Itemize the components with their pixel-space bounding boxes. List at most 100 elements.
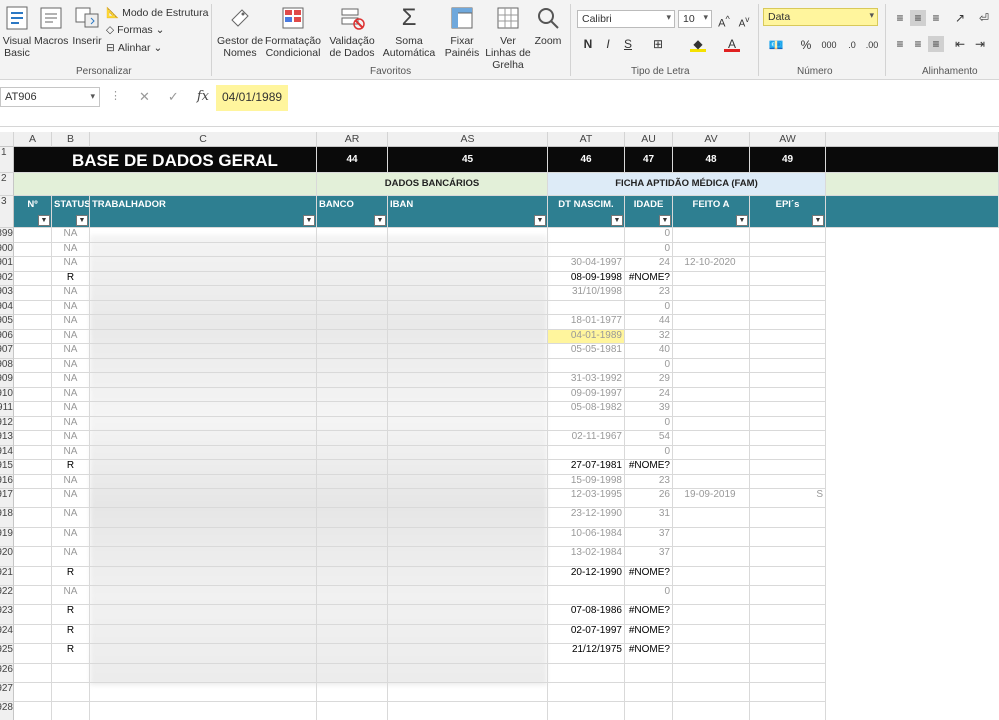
cell-epi[interactable] bbox=[750, 683, 826, 703]
cell-worker[interactable] bbox=[90, 644, 317, 664]
cell-age[interactable] bbox=[625, 663, 673, 683]
increase-font-button[interactable]: A^ bbox=[716, 11, 732, 30]
font-name-select[interactable]: Calibri ▾ bbox=[577, 10, 675, 28]
cell-done-date[interactable] bbox=[673, 387, 750, 402]
cell-birthdate[interactable] bbox=[548, 300, 625, 315]
cell-worker[interactable] bbox=[90, 286, 317, 301]
cell-iban[interactable] bbox=[388, 257, 548, 272]
cell-status[interactable]: NA bbox=[52, 445, 90, 460]
cell-birthdate[interactable] bbox=[548, 663, 625, 683]
cell-epi[interactable] bbox=[750, 373, 826, 388]
cell-worker[interactable] bbox=[90, 373, 317, 388]
name-manager-button[interactable]: Gestor de Nomes bbox=[216, 4, 264, 59]
cell-iban[interactable] bbox=[388, 605, 548, 625]
cell-status[interactable]: R bbox=[52, 566, 90, 586]
cell-status[interactable]: R bbox=[52, 624, 90, 645]
cell-age[interactable]: 37 bbox=[625, 527, 673, 548]
design-mode-button[interactable]: 📐 Modo de Estrutura bbox=[106, 6, 208, 20]
cell-bank[interactable] bbox=[317, 702, 388, 720]
row-header[interactable]: 910 bbox=[0, 387, 14, 402]
cell-status[interactable]: R bbox=[52, 605, 90, 625]
cell-age[interactable] bbox=[625, 683, 673, 703]
currency-icon[interactable]: 💶 bbox=[768, 37, 784, 53]
cell-bank[interactable] bbox=[317, 445, 388, 460]
cell-worker[interactable] bbox=[90, 663, 317, 683]
cell-worker[interactable] bbox=[90, 624, 317, 645]
row-header[interactable]: 901 bbox=[0, 257, 14, 272]
cell-age[interactable]: 37 bbox=[625, 547, 673, 567]
row-header[interactable]: 924 bbox=[0, 624, 14, 645]
visual-basic-button[interactable]: Visual Basic bbox=[2, 4, 32, 59]
cell-done-date[interactable] bbox=[673, 460, 750, 475]
row-header[interactable]: 907 bbox=[0, 344, 14, 359]
cell-epi[interactable] bbox=[750, 474, 826, 489]
cell-iban[interactable] bbox=[388, 329, 548, 344]
cell-worker[interactable] bbox=[90, 445, 317, 460]
cell-epi[interactable] bbox=[750, 402, 826, 417]
cell-iban[interactable] bbox=[388, 373, 548, 388]
column-header-at[interactable]: AT bbox=[548, 132, 625, 147]
cell-epi[interactable] bbox=[750, 416, 826, 431]
cell-worker[interactable] bbox=[90, 566, 317, 586]
cell-number[interactable] bbox=[14, 624, 52, 645]
cell-age[interactable]: 24 bbox=[625, 257, 673, 272]
filter-dropdown-icon[interactable]: ▼ bbox=[38, 215, 50, 226]
cell-epi[interactable] bbox=[750, 527, 826, 548]
cell-birthdate[interactable]: 18-01-1977 bbox=[548, 315, 625, 330]
cell-epi[interactable] bbox=[750, 702, 826, 720]
row-header[interactable]: 908 bbox=[0, 358, 14, 373]
cell-age[interactable]: 0 bbox=[625, 445, 673, 460]
cell-done-date[interactable] bbox=[673, 663, 750, 683]
cell-iban[interactable] bbox=[388, 431, 548, 446]
column-header-empty[interactable] bbox=[826, 132, 999, 147]
cell-birthdate[interactable]: 27-07-1981 bbox=[548, 460, 625, 475]
cell-birthdate[interactable] bbox=[548, 702, 625, 720]
cell-epi[interactable] bbox=[750, 644, 826, 664]
row-header[interactable]: 926 bbox=[0, 663, 14, 683]
cell-number[interactable] bbox=[14, 566, 52, 586]
cell-done-date[interactable] bbox=[673, 605, 750, 625]
cell-status[interactable]: NA bbox=[52, 508, 90, 528]
cell-number[interactable] bbox=[14, 257, 52, 272]
cell-birthdate[interactable] bbox=[548, 445, 625, 460]
column-header-av[interactable]: AV bbox=[673, 132, 750, 147]
cell-birthdate[interactable]: 31/10/1998 bbox=[548, 286, 625, 301]
cell-worker[interactable] bbox=[90, 402, 317, 417]
cell-age[interactable]: #NOME? bbox=[625, 644, 673, 664]
cell-status[interactable]: NA bbox=[52, 416, 90, 431]
cell-worker[interactable] bbox=[90, 300, 317, 315]
cell-birthdate[interactable] bbox=[548, 683, 625, 703]
cell-epi[interactable] bbox=[750, 387, 826, 402]
wrap-text-icon[interactable]: ⏎ bbox=[976, 10, 992, 26]
cell-worker[interactable] bbox=[90, 460, 317, 475]
cell-birthdate[interactable]: 02-07-1997 bbox=[548, 624, 625, 645]
cell-bank[interactable] bbox=[317, 566, 388, 586]
decrease-font-button[interactable]: Av bbox=[736, 11, 752, 29]
decrease-indent-icon[interactable]: ⇤ bbox=[952, 36, 968, 52]
cell-birthdate[interactable] bbox=[548, 228, 625, 243]
cell-epi[interactable] bbox=[750, 257, 826, 272]
cell-birthdate[interactable]: 12-03-1995 bbox=[548, 489, 625, 509]
cell-age[interactable]: 40 bbox=[625, 344, 673, 359]
column-header-as[interactable]: AS bbox=[388, 132, 548, 147]
row-header[interactable]: 923 bbox=[0, 605, 14, 625]
cell-epi[interactable] bbox=[750, 508, 826, 528]
cell-done-date[interactable] bbox=[673, 566, 750, 586]
filter-dropdown-icon[interactable]: ▼ bbox=[534, 215, 546, 226]
cell-epi[interactable] bbox=[750, 547, 826, 567]
cell-birthdate[interactable] bbox=[548, 586, 625, 606]
cell-worker[interactable] bbox=[90, 387, 317, 402]
orientation-icon[interactable]: ↗ bbox=[952, 10, 968, 26]
row-header[interactable]: 920 bbox=[0, 547, 14, 567]
cell-number[interactable] bbox=[14, 431, 52, 446]
row-header[interactable]: 914 bbox=[0, 445, 14, 460]
row-header[interactable]: 916 bbox=[0, 474, 14, 489]
cell-number[interactable] bbox=[14, 702, 52, 720]
cell-done-date[interactable] bbox=[673, 315, 750, 330]
cell-done-date[interactable] bbox=[673, 431, 750, 446]
bold-button[interactable]: N bbox=[580, 36, 596, 52]
cell-status[interactable]: NA bbox=[52, 329, 90, 344]
align-bottom-icon[interactable]: ≡ bbox=[928, 10, 944, 26]
cell-worker[interactable] bbox=[90, 586, 317, 606]
cell-bank[interactable] bbox=[317, 373, 388, 388]
